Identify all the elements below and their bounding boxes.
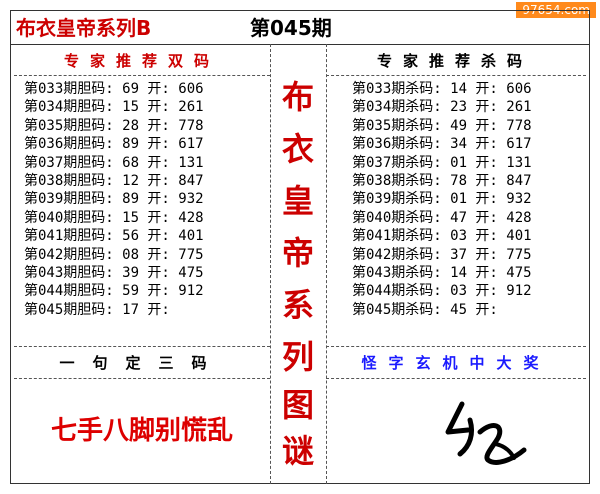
center-char: 皇 [281, 182, 314, 220]
list-item: 第036期杀码: 34 开: 617 [352, 136, 532, 153]
center-char: 帝 [281, 234, 314, 272]
left-bottom-divider [14, 346, 270, 347]
one-sentence-heading: 一句定三码 [16, 350, 268, 376]
list-item: 第038期胆码: 12 开: 847 [24, 172, 204, 189]
right-bottom-divider [326, 346, 586, 347]
list-item: 第035期胆码: 28 开: 778 [24, 117, 204, 134]
center-vertical-title: 布 衣 皇 帝 系 列 图 谜 [272, 58, 324, 482]
list-item: 第039期胆码: 89 开: 932 [24, 191, 204, 208]
center-char: 列 [281, 338, 314, 376]
list-item: 第043期胆码: 39 开: 475 [24, 264, 204, 281]
list-item: 第044期杀码: 03 开: 912 [352, 283, 532, 300]
list-item: 第045期杀码: 45 开: [352, 301, 498, 318]
list-item: 第039期杀码: 01 开: 932 [352, 191, 532, 208]
list-item: 第036期胆码: 89 开: 617 [24, 136, 204, 153]
left-heading-divider [14, 75, 270, 76]
center-char: 系 [281, 286, 314, 324]
list-item: 第045期胆码: 17 开: [24, 301, 170, 318]
center-char: 谜 [281, 432, 314, 470]
riddle-heading: 怪字玄机中大奖 [361, 354, 551, 372]
list-item: 第043期杀码: 14 开: 475 [352, 264, 532, 281]
handwritten-riddle-glyph [445, 401, 527, 465]
right-heading-divider [326, 75, 586, 76]
list-item: 第042期胆码: 08 开: 775 [24, 246, 204, 263]
center-left-divider [270, 44, 271, 484]
list-item: 第037期胆码: 68 开: 131 [24, 154, 204, 171]
list-item: 第033期胆码: 69 开: 606 [24, 81, 204, 97]
left-bottom-divider-2 [14, 378, 270, 379]
riddle-phrase: 七手八脚别慌乱 [50, 416, 233, 446]
center-char: 布 [281, 78, 314, 116]
list-item: 第037期杀码: 01 开: 131 [352, 154, 532, 171]
list-item: 第041期胆码: 56 开: 401 [24, 228, 204, 245]
list-item: 第035期杀码: 49 开: 778 [352, 117, 532, 134]
center-char: 衣 [281, 130, 314, 168]
list-item: 第033期杀码: 14 开: 606 [352, 81, 532, 97]
center-right-divider [326, 44, 327, 484]
list-item: 第044期胆码: 59 开: 912 [24, 283, 204, 300]
list-item: 第042期杀码: 37 开: 775 [352, 246, 532, 263]
list-item: 第041期杀码: 03 开: 401 [352, 228, 532, 245]
right-bottom-divider-2 [326, 378, 586, 379]
left-history-list: 第033期胆码: 69 开: 606 第034期胆码: 15 开: 261 第0… [24, 80, 270, 319]
list-item: 第034期杀码: 23 开: 261 [352, 99, 532, 116]
page-title: 布衣皇帝系列B [16, 16, 152, 40]
center-char: 图 [281, 386, 314, 424]
list-item: 第040期胆码: 15 开: 428 [24, 209, 204, 226]
left-panel-heading: 专家推荐双码 [63, 52, 220, 70]
header-divider [10, 44, 590, 45]
list-item: 第040期杀码: 47 开: 428 [352, 209, 532, 226]
right-history-list: 第033期杀码: 14 开: 606 第034期杀码: 23 开: 261 第0… [352, 80, 588, 319]
list-item: 第034期胆码: 15 开: 261 [24, 99, 204, 116]
issue-number: 第045期 [250, 16, 332, 40]
right-panel-heading: 专家推荐杀码 [376, 52, 533, 70]
list-item: 第038期杀码: 78 开: 847 [352, 172, 532, 189]
